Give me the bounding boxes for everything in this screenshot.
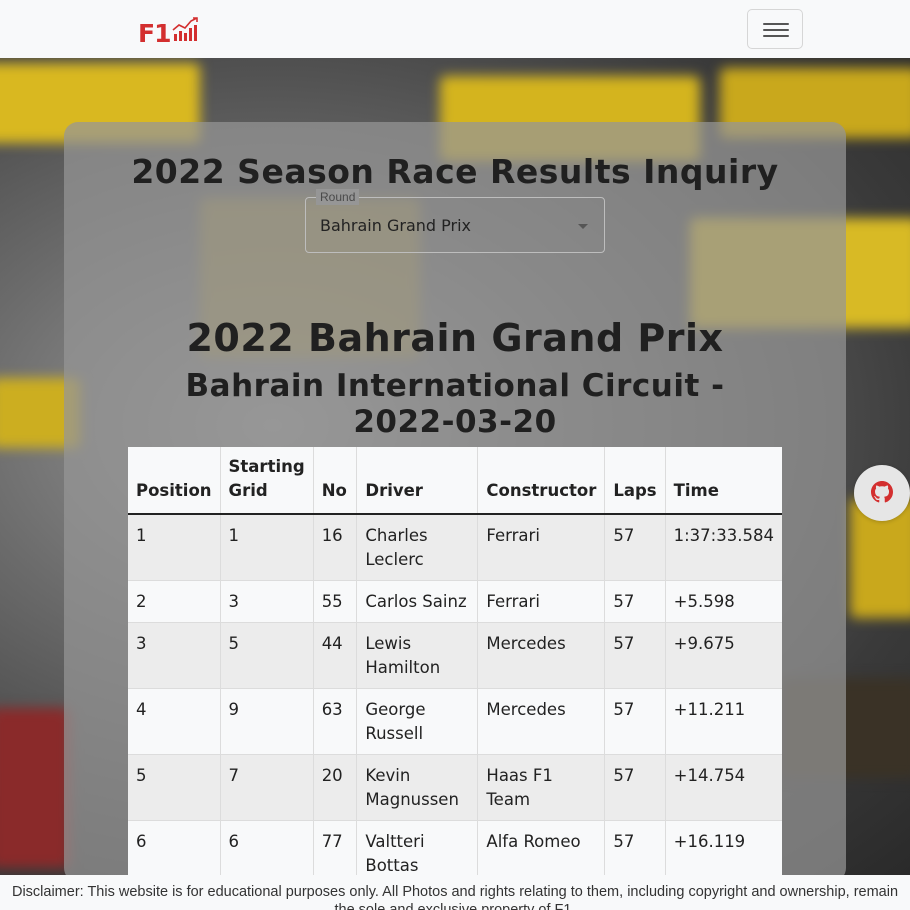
- column-header-no[interactable]: No: [313, 447, 358, 515]
- chart-bars-icon: [172, 16, 200, 47]
- race-title: 2022 Bahrain Grand Prix: [186, 316, 724, 360]
- cell-no: 55: [313, 580, 358, 623]
- cell-position: 3: [128, 622, 221, 689]
- cell-position: 1: [128, 514, 221, 581]
- cell-constructor: Ferrari: [477, 514, 606, 581]
- cell-laps: 57: [604, 514, 666, 581]
- caret-down-icon: [578, 224, 588, 229]
- navbar-toggle-button[interactable]: [747, 9, 803, 49]
- brand-logo[interactable]: F1: [138, 16, 200, 47]
- column-header-constructor[interactable]: Constructor: [477, 447, 606, 515]
- cell-time: 1:37:33.584: [665, 514, 782, 581]
- cell-position: 5: [128, 754, 221, 821]
- round-select-value: Bahrain Grand Prix: [320, 216, 471, 235]
- cell-time: +11.211: [665, 688, 782, 755]
- cell-starting-grid: 9: [220, 688, 314, 755]
- cell-laps: 57: [604, 754, 666, 821]
- table-row: 2 3 55 Carlos Sainz Ferrari 57 +5.598: [128, 580, 782, 623]
- cell-no: 44: [313, 622, 358, 689]
- cell-time: +5.598: [665, 580, 782, 623]
- logo-text: F1: [138, 19, 171, 48]
- cell-no: 63: [313, 688, 358, 755]
- table-row: 5 7 20 Kevin Magnussen Haas F1 Team 57 +…: [128, 754, 782, 821]
- cell-starting-grid: 7: [220, 754, 314, 821]
- cell-laps: 57: [604, 580, 666, 623]
- github-button[interactable]: [854, 465, 910, 521]
- column-header-driver[interactable]: Driver: [356, 447, 479, 515]
- navbar: F1: [0, 0, 910, 58]
- cell-driver: Carlos Sainz: [356, 580, 479, 623]
- hamburger-line: [763, 29, 789, 31]
- column-header-starting-grid[interactable]: Starting Grid: [220, 447, 314, 515]
- cell-driver: George Russell: [356, 688, 479, 755]
- column-header-time[interactable]: Time: [665, 447, 782, 515]
- cell-starting-grid: 5: [220, 622, 314, 689]
- results-table: Position Starting Grid No Driver Constru…: [128, 447, 782, 887]
- cell-constructor: Haas F1 Team: [477, 754, 606, 821]
- cell-laps: 57: [604, 688, 666, 755]
- cell-no: 20: [313, 754, 358, 821]
- cell-laps: 57: [604, 622, 666, 689]
- column-header-laps[interactable]: Laps: [604, 447, 666, 515]
- background-photo-blob: [0, 708, 70, 868]
- cell-constructor: Ferrari: [477, 580, 606, 623]
- table-row: 3 5 44 Lewis Hamilton Mercedes 57 +9.675: [128, 622, 782, 689]
- cell-time: +9.675: [665, 622, 782, 689]
- race-subtitle: Bahrain International Circuit - 2022-03-…: [185, 368, 725, 440]
- table-row: 1 1 16 Charles Leclerc Ferrari 57 1:37:3…: [128, 514, 782, 581]
- hamburger-line: [763, 35, 789, 37]
- cell-driver: Lewis Hamilton: [356, 622, 479, 689]
- cell-time: +14.754: [665, 754, 782, 821]
- cell-driver: Kevin Magnussen: [356, 754, 479, 821]
- cell-no: 16: [313, 514, 358, 581]
- table-row: 4 9 63 George Russell Mercedes 57 +11.21…: [128, 688, 782, 755]
- column-header-position[interactable]: Position: [128, 447, 221, 515]
- cell-starting-grid: 3: [220, 580, 314, 623]
- footer-disclaimer: Disclaimer: This website is for educatio…: [0, 875, 910, 910]
- round-select[interactable]: Round Bahrain Grand Prix: [305, 189, 605, 253]
- round-select-label: Round: [316, 189, 360, 205]
- table-header-row: Position Starting Grid No Driver Constru…: [128, 447, 782, 515]
- hamburger-menu-icon: [763, 23, 789, 25]
- cell-position: 4: [128, 688, 221, 755]
- page-title: 2022 Season Race Results Inquiry: [131, 152, 779, 191]
- cell-constructor: Mercedes: [477, 622, 606, 689]
- cell-constructor: Mercedes: [477, 688, 606, 755]
- cell-position: 2: [128, 580, 221, 623]
- cell-driver: Charles Leclerc: [356, 514, 479, 581]
- cell-starting-grid: 1: [220, 514, 314, 581]
